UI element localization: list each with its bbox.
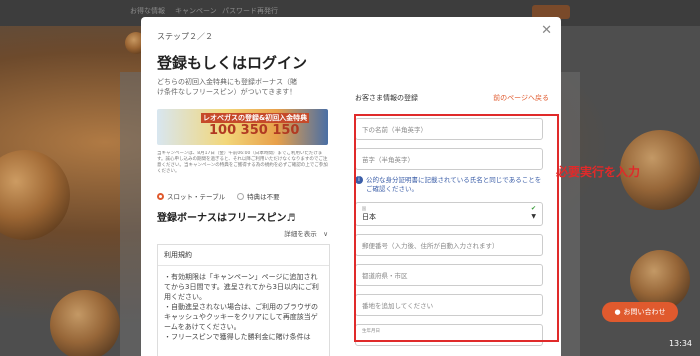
- nav-item-campaign[interactable]: キャンペーン: [175, 6, 217, 16]
- radio-label: スロット・テーブル: [167, 193, 226, 201]
- radio-slots-table[interactable]: スロット・テーブル: [157, 191, 225, 201]
- radio-label: 特典は不要: [247, 193, 280, 201]
- bonus-column: レオベガスの登録&初回入金特典 100 350 150 当キャンペーンは、8月1…: [157, 109, 330, 356]
- promo-banner: レオベガスの登録&初回入金特典 100 350 150: [157, 109, 328, 145]
- radio-unselected-icon: [237, 192, 245, 200]
- terms-body: ・有効期限は「キャンペーン」ページに追加されてから3日間です。進呈されてから3日…: [164, 273, 319, 341]
- nav-item-password[interactable]: パスワード再発行: [222, 6, 278, 16]
- banner-headline: レオベガスの登録&初回入金特典: [201, 113, 310, 123]
- back-link[interactable]: 前のページへ戻る: [493, 93, 549, 103]
- coin-decoration: [630, 250, 690, 310]
- coin-decoration: [0, 150, 70, 240]
- campaign-fine-print: 当キャンペーンは、8月17日（金）午前06:00（日本時間）までご利用いただけま…: [157, 151, 328, 174]
- close-icon[interactable]: ✕: [541, 23, 552, 38]
- banner-amounts: 100 350 150: [209, 123, 300, 138]
- clock: 13:34: [668, 339, 692, 348]
- modal-subtitle: どちらの初回入金特典にも登録ボーナス（賭け条件なしフリースピン）がついてきます！: [157, 78, 297, 96]
- radio-selected-icon: [157, 192, 164, 200]
- highlight-box: [354, 114, 559, 342]
- step-indicator: ステップ２／２: [157, 32, 213, 41]
- form-header: お客さま情報の登録 前のページへ戻る: [355, 93, 549, 103]
- terms-box[interactable]: 利用規約 ・有効期限は「キャンペーン」ページに追加されてから3日間です。進呈され…: [157, 244, 330, 356]
- coin-decoration: [50, 290, 120, 356]
- chat-bubble-icon: ●: [614, 308, 621, 316]
- terms-title: 利用規約: [158, 245, 329, 266]
- radio-no-bonus[interactable]: 特典は不要: [237, 191, 280, 201]
- nav-item-promos[interactable]: お得な情報: [130, 6, 165, 16]
- annotation-label: 必要実行を入力: [556, 165, 641, 179]
- chat-button-label: お問い合わせ: [623, 308, 666, 316]
- form-section-label: お客さま情報の登録: [355, 94, 418, 102]
- bonus-heading: 登録ボーナスはフリースピン♬: [157, 213, 296, 224]
- modal-title: 登録もしくはログイン: [157, 54, 308, 72]
- contact-chat-button[interactable]: ● お問い合わせ: [602, 302, 678, 322]
- bonus-radio-group: スロット・テーブル 特典は不要: [157, 191, 328, 201]
- show-details-link[interactable]: 詳細を表示 ∨: [157, 228, 328, 238]
